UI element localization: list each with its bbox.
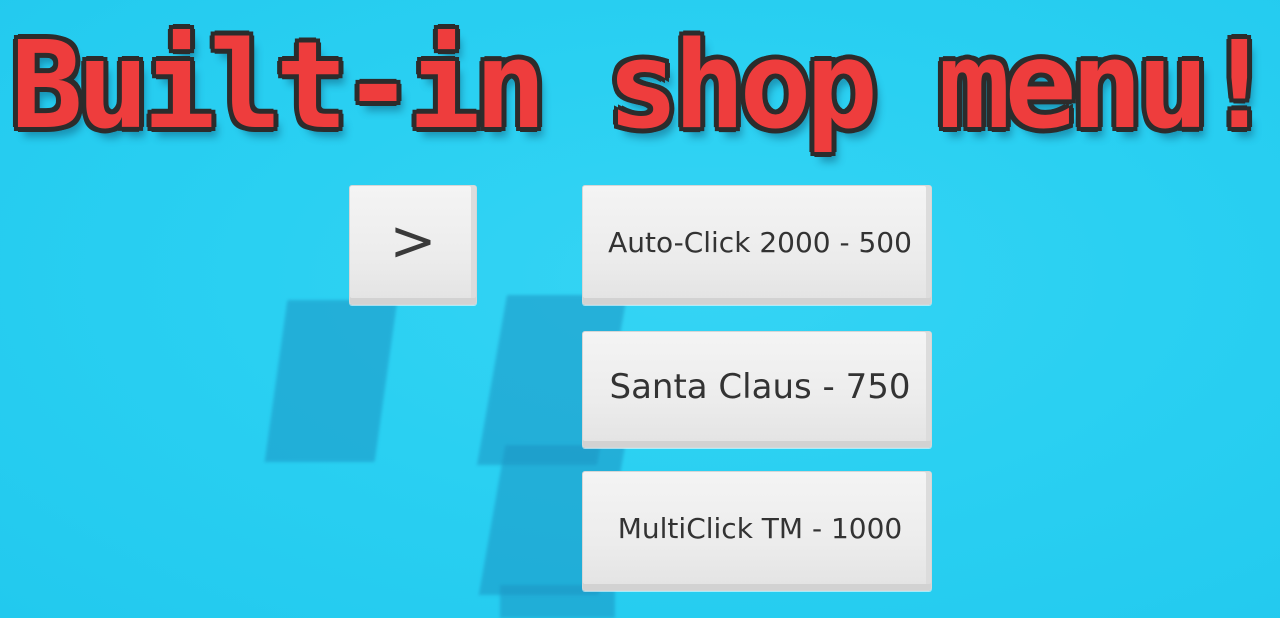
shop-item-button-multiclick[interactable]: MultiClick TM - 1000 <box>582 471 932 591</box>
shop-item-button-santa-claus[interactable]: Santa Claus - 750 <box>582 331 932 448</box>
shop-item-label: Santa Claus - 750 <box>609 366 911 407</box>
page-title: Built-in shop menu! <box>10 17 1276 156</box>
shop-item-label: Auto-Click 2000 - 500 <box>608 225 912 259</box>
next-button-shadow <box>264 300 398 462</box>
chevron-right-icon: > <box>389 208 437 274</box>
shop-item-button-auto-click[interactable]: Auto-Click 2000 - 500 <box>582 185 932 305</box>
next-button[interactable]: > <box>349 185 477 305</box>
shop-item-label: MultiClick TM - 1000 <box>617 511 903 545</box>
